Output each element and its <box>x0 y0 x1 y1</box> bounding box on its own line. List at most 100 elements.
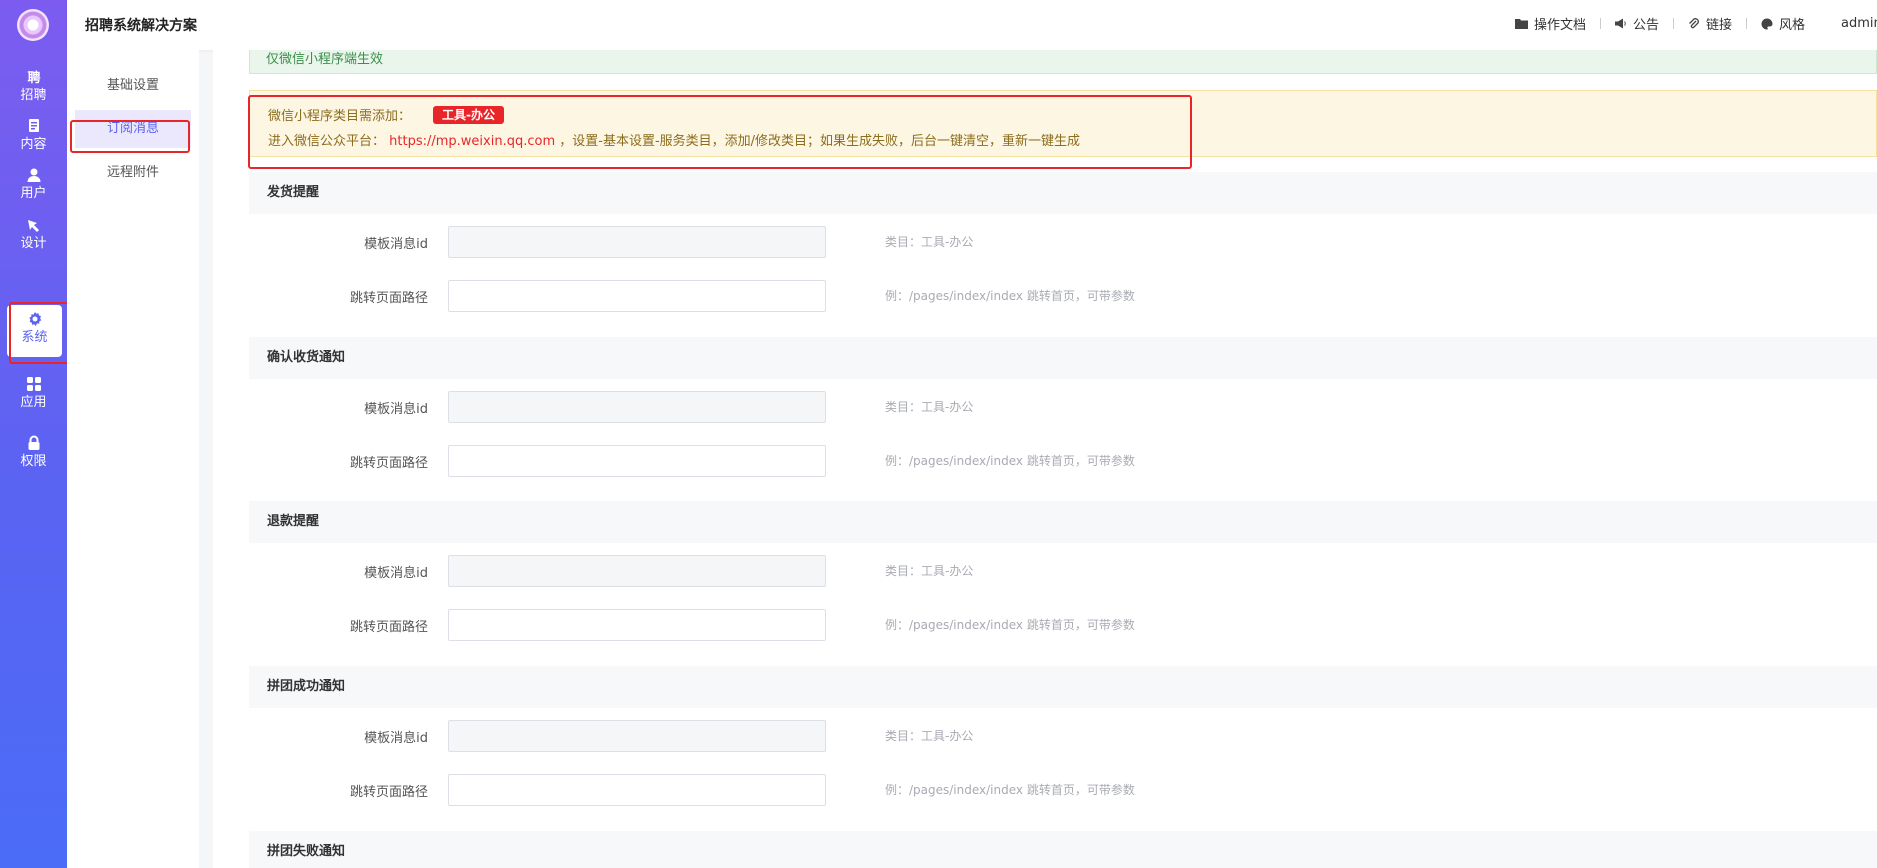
form-section-receipt-confirm: 确认收货通知 模板消息id 类目：工具-办公 跳转页面路径 例：/pages/i… <box>249 337 1877 487</box>
page-path-label: 跳转页面路径 <box>349 785 428 800</box>
header-links: 操作文档 公告 链接 风格 admin <box>1514 14 1877 33</box>
rail-item-label: 设计 <box>20 236 47 251</box>
header-link-notice[interactable]: 公告 <box>1614 14 1659 33</box>
header-link-label: 风格 <box>1778 18 1805 33</box>
megaphone-icon <box>1614 18 1626 29</box>
header-divider <box>1599 18 1601 29</box>
left-rail: 聘 招聘 内容 用户 设计 系统 应用 权限 <box>0 0 67 868</box>
header-link-label: 链接 <box>1705 18 1732 33</box>
notice-green-text: 仅微信小程序端生效 <box>266 52 384 67</box>
header-divider <box>1672 18 1674 29</box>
recruit-icon: 聘 <box>27 70 40 85</box>
header-link-label: 公告 <box>1632 18 1659 33</box>
section-title: 退款提醒 <box>249 501 1877 543</box>
notice-instructions-suffix: ，设置-基本设置-服务类目，添加/修改类目；如果生成失败，后台一键清空，重新一键… <box>559 134 1081 149</box>
apps-grid-icon <box>26 377 41 391</box>
form-row-template-id: 模板消息id 类目：工具-办公 <box>249 543 1877 597</box>
page-path-input[interactable] <box>448 774 826 806</box>
template-id-label: 模板消息id <box>364 402 428 417</box>
header-link-links[interactable]: 链接 <box>1688 14 1732 33</box>
page-path-label: 跳转页面路径 <box>349 620 428 635</box>
subnav-item-subscription-messages[interactable]: 订阅消息 <box>75 110 191 148</box>
notice-instructions-prefix: 进入微信公众平台： <box>268 134 386 149</box>
subnav-item-remote-attachments[interactable]: 远程附件 <box>75 154 191 192</box>
page-path-hint: 例：/pages/index/index 跳转首页，可带参数 <box>885 454 1135 468</box>
form-row-template-id: 模板消息id 类目：工具-办公 <box>249 379 1877 433</box>
template-id-input[interactable] <box>448 391 826 423</box>
rail-item-users[interactable]: 用户 <box>0 162 67 214</box>
lock-icon <box>28 435 39 450</box>
weixin-platform-link[interactable]: https://mp.weixin.qq.com <box>389 134 555 149</box>
category-hint: 类目：工具-办公 <box>885 235 974 249</box>
rail-item-design[interactable]: 设计 <box>0 212 67 264</box>
header-link-docs[interactable]: 操作文档 <box>1514 14 1586 33</box>
notice-category-text: 微信小程序类目需添加： <box>268 109 412 124</box>
sub-sidebar: 基础设置 订阅消息 远程附件 <box>67 50 199 868</box>
rail-item-label: 系统 <box>21 330 48 345</box>
rail-item-label: 权限 <box>20 454 47 469</box>
page-path-input[interactable] <box>448 609 826 641</box>
category-hint: 类目：工具-办公 <box>885 564 974 578</box>
template-id-label: 模板消息id <box>364 731 428 746</box>
section-title: 拼团失败通知 <box>249 831 1877 868</box>
user-name[interactable]: admin <box>1841 16 1877 31</box>
header-link-theme[interactable]: 风格 <box>1761 14 1805 33</box>
page-path-hint: 例：/pages/index/index 跳转首页，可带参数 <box>885 618 1135 632</box>
rail-item-label: 用户 <box>20 186 47 201</box>
template-id-label: 模板消息id <box>364 566 428 581</box>
rail-item-system[interactable]: 系统 <box>7 305 62 357</box>
page-path-hint: 例：/pages/index/index 跳转首页，可带参数 <box>885 783 1135 797</box>
notice-line-category: 微信小程序类目需添加： 工具-办公 <box>268 105 504 124</box>
page-path-label: 跳转页面路径 <box>349 291 428 306</box>
notice-line-instructions: 进入微信公众平台： https://mp.weixin.qq.com ，设置-基… <box>268 130 1080 149</box>
app-title: 招聘系统解决方案 <box>85 18 197 34</box>
form-section-group-success: 拼团成功通知 模板消息id 类目：工具-办公 跳转页面路径 例：/pages/i… <box>249 666 1877 816</box>
main-content: 仅微信小程序端生效 微信小程序类目需添加： 工具-办公 进入微信公众平台： ht… <box>213 50 1877 868</box>
category-hint: 类目：工具-办公 <box>885 729 974 743</box>
template-id-input[interactable] <box>448 226 826 258</box>
template-id-label: 模板消息id <box>364 237 428 252</box>
user-icon <box>27 168 40 182</box>
page-path-label: 跳转页面路径 <box>349 456 428 471</box>
form-row-page-path: 跳转页面路径 例：/pages/index/index 跳转首页，可带参数 <box>249 268 1877 322</box>
header-link-label: 操作文档 <box>1533 18 1586 33</box>
gear-icon <box>28 312 41 326</box>
rail-item-label: 招聘 <box>20 88 47 103</box>
page-path-input[interactable] <box>448 280 826 312</box>
rail-item-permissions[interactable]: 权限 <box>0 430 67 482</box>
form-section-shipping: 发货提醒 模板消息id 类目：工具-办公 跳转页面路径 例：/pages/ind… <box>249 172 1877 322</box>
document-icon <box>28 119 39 132</box>
template-id-input[interactable] <box>448 720 826 752</box>
rail-item-content[interactable]: 内容 <box>0 113 67 165</box>
category-tag: 工具-办公 <box>433 105 504 124</box>
form-row-template-id: 模板消息id 类目：工具-办公 <box>249 708 1877 762</box>
rail-item-label: 应用 <box>20 395 47 410</box>
notice-green: 仅微信小程序端生效 <box>249 50 1877 74</box>
form-row-page-path: 跳转页面路径 例：/pages/index/index 跳转首页，可带参数 <box>249 762 1877 816</box>
folder-icon <box>1514 19 1528 29</box>
rail-item-recruit[interactable]: 聘 招聘 <box>0 64 67 116</box>
form-section-group-failure: 拼团失败通知 <box>249 831 1877 868</box>
subnav-item-basic-settings[interactable]: 基础设置 <box>75 67 191 105</box>
section-title: 拼团成功通知 <box>249 666 1877 708</box>
rail-item-label: 内容 <box>20 137 47 152</box>
palette-icon <box>1761 18 1773 29</box>
page-path-input[interactable] <box>448 445 826 477</box>
section-title: 发货提醒 <box>249 172 1877 214</box>
rail-item-apps[interactable]: 应用 <box>0 371 67 423</box>
design-icon <box>27 220 39 232</box>
svg-text:聘: 聘 <box>27 70 40 85</box>
form-section-refund: 退款提醒 模板消息id 类目：工具-办公 跳转页面路径 例：/pages/ind… <box>249 501 1877 651</box>
category-hint: 类目：工具-办公 <box>885 400 974 414</box>
page-path-hint: 例：/pages/index/index 跳转首页，可带参数 <box>885 289 1135 303</box>
app-logo[interactable] <box>17 9 49 41</box>
header-divider <box>1745 18 1747 29</box>
notice-yellow: 微信小程序类目需添加： 工具-办公 进入微信公众平台： https://mp.w… <box>249 90 1877 157</box>
form-row-page-path: 跳转页面路径 例：/pages/index/index 跳转首页，可带参数 <box>249 597 1877 651</box>
top-header: 招聘系统解决方案 操作文档 公告 链接 风格 admin <box>67 0 1877 50</box>
paperclip-icon <box>1689 17 1699 28</box>
section-title: 确认收货通知 <box>249 337 1877 379</box>
form-row-template-id: 模板消息id 类目：工具-办公 <box>249 214 1877 268</box>
template-id-input[interactable] <box>448 555 826 587</box>
form-row-page-path: 跳转页面路径 例：/pages/index/index 跳转首页，可带参数 <box>249 433 1877 487</box>
